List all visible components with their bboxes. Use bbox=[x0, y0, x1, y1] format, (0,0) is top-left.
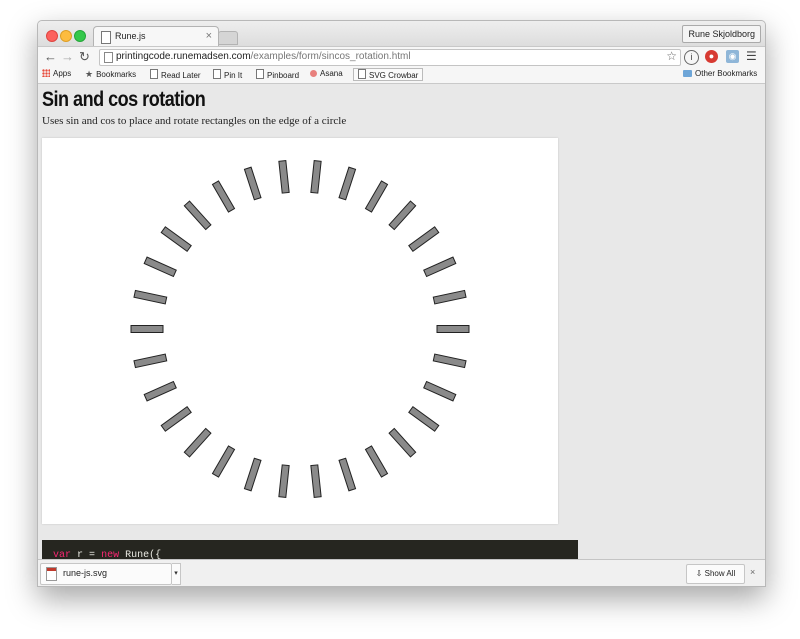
rotation-graphic bbox=[130, 160, 470, 498]
download-file-name: rune-js.svg bbox=[63, 568, 108, 578]
circle-rectangle bbox=[211, 180, 236, 213]
download-shelf: rune-js.svg ▾ ⇩ Show All × bbox=[38, 559, 765, 586]
circle-rectangle bbox=[432, 353, 467, 369]
reload-icon[interactable]: ↻ bbox=[79, 49, 90, 65]
circle-rectangle bbox=[133, 353, 168, 369]
svg-file-icon bbox=[46, 567, 57, 581]
title-bar: Rune.js × Rune Skjoldborg bbox=[38, 21, 765, 47]
bookmark-label: SVG Crowbar bbox=[369, 71, 419, 80]
circle-rectangle bbox=[278, 160, 290, 194]
bookmark-label: Pinboard bbox=[267, 71, 300, 80]
circle-rectangle bbox=[130, 325, 164, 333]
code-class: Rune({ bbox=[125, 550, 162, 559]
tab-title: Rune.js bbox=[115, 31, 146, 41]
url-host: printingcode.runemadsen.com bbox=[116, 51, 251, 62]
bookmark-read-later[interactable]: Read Later bbox=[150, 69, 201, 80]
circle-rectangle bbox=[133, 289, 168, 305]
circle-rectangle bbox=[338, 457, 357, 492]
bookmark-label: Pin It bbox=[224, 71, 243, 80]
circle-rectangle bbox=[310, 464, 322, 498]
star-icon: ★ bbox=[85, 69, 94, 79]
bookmark-label: Apps bbox=[53, 69, 72, 78]
profile-button[interactable]: Rune Skjoldborg bbox=[682, 25, 761, 43]
bookmark-pin-it[interactable]: Pin It bbox=[213, 69, 242, 80]
circle-rectangle bbox=[143, 380, 177, 402]
circle-rectangle bbox=[364, 180, 389, 213]
url-text: printingcode.runemadsen.com/examples/for… bbox=[116, 51, 411, 62]
bookmark-label: Bookmarks bbox=[96, 70, 137, 79]
code-line: var r = new Rune({ bbox=[53, 550, 162, 559]
show-all-button[interactable]: ⇩ Show All bbox=[686, 564, 745, 584]
folder-icon bbox=[683, 70, 692, 77]
onepassword-icon[interactable]: i bbox=[684, 50, 699, 65]
page-icon bbox=[104, 52, 113, 63]
address-bar[interactable]: printingcode.runemadsen.com/examples/for… bbox=[99, 49, 681, 66]
circle-rectangle bbox=[243, 166, 262, 201]
circle-rectangle bbox=[423, 380, 457, 402]
circle-rectangle bbox=[143, 256, 177, 278]
asana-icon bbox=[310, 70, 317, 77]
bookmark-pinboard[interactable]: Pinboard bbox=[256, 69, 299, 80]
bookmarks-bar: Apps ★ Bookmarks Read Later Pin It Pinboa… bbox=[38, 68, 765, 84]
camera-extension-icon[interactable]: ◉ bbox=[726, 50, 739, 63]
code-keyword: var bbox=[53, 550, 72, 559]
bookmark-bookmarks[interactable]: ★ Bookmarks bbox=[85, 69, 136, 80]
tab-close-icon[interactable]: × bbox=[206, 30, 212, 42]
page-icon bbox=[101, 31, 111, 44]
browser-window: Rune.js × Rune Skjoldborg ← → ↻ printing… bbox=[37, 20, 766, 587]
tab-rune-js[interactable]: Rune.js × bbox=[93, 26, 219, 47]
circle-rectangle bbox=[160, 226, 192, 253]
maximize-window-button[interactable] bbox=[74, 30, 86, 42]
circle-rectangle bbox=[310, 160, 322, 194]
new-tab-button[interactable] bbox=[218, 31, 238, 45]
menu-icon[interactable]: ☰ bbox=[746, 49, 757, 63]
circle-rectangle bbox=[364, 445, 389, 478]
page-title: Sin and cos rotation bbox=[42, 88, 206, 111]
code-keyword: new bbox=[101, 550, 120, 559]
show-all-label: Show All bbox=[704, 569, 736, 578]
forward-arrow-icon[interactable]: → bbox=[61, 49, 74, 65]
code-block: var r = new Rune({ bbox=[42, 540, 578, 559]
minimize-window-button[interactable] bbox=[60, 30, 72, 42]
page-icon bbox=[150, 69, 158, 79]
apps-grid-icon bbox=[42, 69, 50, 77]
circle-rectangle bbox=[211, 445, 236, 478]
page-icon bbox=[213, 69, 221, 79]
drawing-canvas bbox=[42, 138, 558, 524]
adblock-icon[interactable]: ● bbox=[705, 50, 718, 63]
bookmark-star-icon[interactable]: ☆ bbox=[666, 49, 677, 63]
back-arrow-icon[interactable]: ← bbox=[44, 49, 57, 65]
download-item[interactable]: rune-js.svg bbox=[40, 563, 172, 585]
circle-rectangle bbox=[243, 457, 262, 492]
bookmark-label: Asana bbox=[320, 69, 343, 78]
circle-rectangle bbox=[432, 289, 467, 305]
circle-rectangle bbox=[388, 427, 417, 458]
bookmark-svg-crowbar[interactable]: SVG Crowbar bbox=[353, 68, 424, 81]
close-shelf-icon[interactable]: × bbox=[750, 567, 755, 577]
close-window-button[interactable] bbox=[46, 30, 58, 42]
circle-rectangle bbox=[388, 200, 417, 231]
bookmark-other[interactable]: Other Bookmarks bbox=[683, 69, 757, 78]
circle-rectangle bbox=[408, 405, 440, 432]
circle-rectangle bbox=[436, 325, 470, 333]
bookmark-apps[interactable]: Apps bbox=[42, 69, 71, 78]
toolbar: ← → ↻ printingcode.runemadsen.com/exampl… bbox=[38, 46, 765, 68]
page-icon bbox=[256, 69, 264, 79]
circle-rectangle bbox=[278, 464, 290, 498]
circle-rectangle bbox=[160, 405, 192, 432]
circle-rectangle bbox=[183, 427, 212, 458]
circle-rectangle bbox=[183, 200, 212, 231]
url-path: /examples/form/sincos_rotation.html bbox=[250, 51, 411, 62]
circle-rectangle bbox=[423, 256, 457, 278]
bookmark-label: Read Later bbox=[161, 71, 201, 80]
circle-rectangle bbox=[408, 226, 440, 253]
bookmark-label: Other Bookmarks bbox=[695, 69, 758, 78]
page-icon bbox=[358, 69, 366, 79]
code-var: r bbox=[77, 550, 84, 559]
download-menu-caret-icon[interactable]: ▾ bbox=[172, 563, 181, 585]
page-description: Uses sin and cos to place and rotate rec… bbox=[42, 115, 347, 127]
circle-rectangle bbox=[338, 166, 357, 201]
bookmark-asana[interactable]: Asana bbox=[310, 69, 343, 78]
page-content: Sin and cos rotation Uses sin and cos to… bbox=[38, 84, 765, 559]
